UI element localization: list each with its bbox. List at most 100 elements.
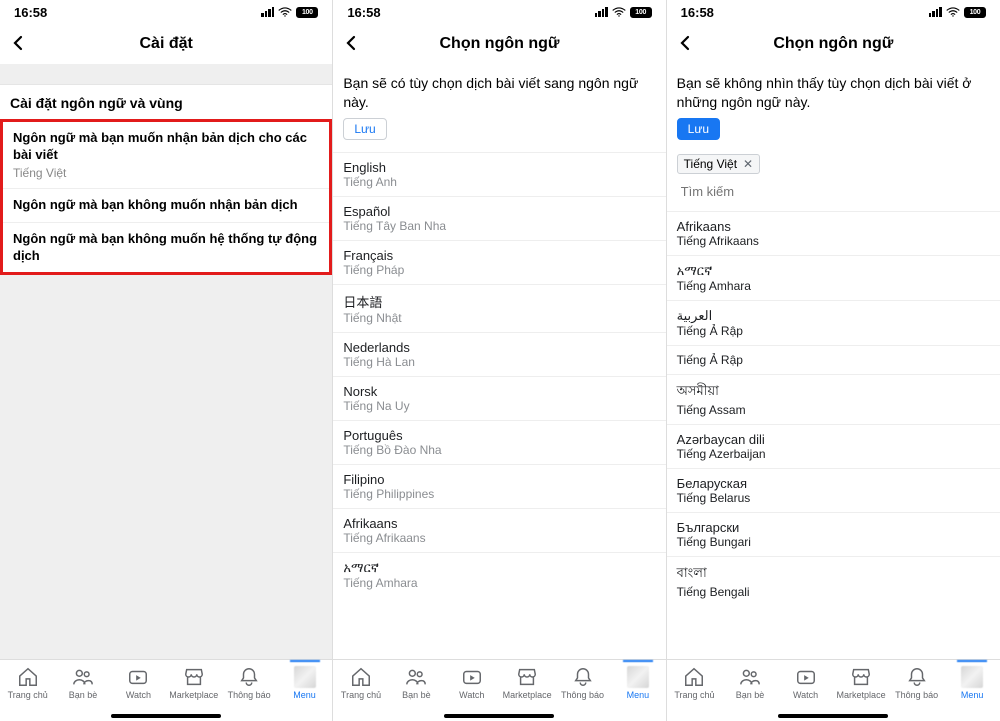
language-option[interactable]: EnglishTiếng Anh — [333, 152, 665, 196]
language-native: Беларуская — [677, 476, 990, 491]
language-native: অসমীয়া — [677, 382, 990, 403]
tab-menu[interactable]: Menu — [611, 666, 664, 700]
option-no-auto-translate[interactable]: Ngôn ngữ mà bạn không muốn hệ thống tự đ… — [3, 223, 329, 273]
language-option[interactable]: AfrikaansTiếng Afrikaans — [667, 211, 1000, 255]
language-option[interactable]: PortuguêsTiếng Bồ Đào Nha — [333, 420, 665, 464]
language-localized: Tiếng Belarus — [677, 491, 990, 505]
header: Cài đặt — [0, 24, 332, 64]
language-option[interactable]: অসমীয়াTiếng Assam — [667, 374, 1000, 424]
option-translate-to[interactable]: Ngôn ngữ mà bạn muốn nhận bản dịch cho c… — [3, 122, 329, 189]
wifi-icon — [612, 7, 626, 18]
language-option[interactable]: አማርኛTiếng Amhara — [667, 255, 1000, 300]
status-time: 16:58 — [14, 5, 47, 20]
status-time: 16:58 — [347, 5, 380, 20]
language-option[interactable]: AfrikaansTiếng Afrikaans — [333, 508, 665, 552]
tab-watch[interactable]: Watch — [779, 666, 832, 700]
language-localized: Tiếng Tây Ban Nha — [343, 219, 655, 233]
language-option[interactable]: NederlandsTiếng Hà Lan — [333, 332, 665, 376]
option-no-translate[interactable]: Ngôn ngữ mà bạn không muốn nhận bản dịch — [3, 189, 329, 223]
description-text: Bạn sẽ có tùy chọn dịch bài viết sang ng… — [333, 64, 665, 118]
language-option[interactable]: Tiếng Ả Rập — [667, 345, 1000, 374]
tab-bar: Trang chủ Bạn bè Watch Marketplace Thông… — [333, 659, 665, 721]
tab-friends[interactable]: Bạn bè — [390, 666, 443, 700]
language-native: Français — [343, 248, 655, 263]
language-localized: Tiếng Anh — [343, 175, 655, 189]
language-native: Afrikaans — [677, 219, 990, 234]
option-value: Tiếng Việt — [13, 166, 319, 180]
search-input[interactable] — [677, 180, 990, 203]
language-native: Español — [343, 204, 655, 219]
language-list[interactable]: EnglishTiếng AnhEspañolTiếng Tây Ban Nha… — [333, 152, 665, 597]
battery-icon: 100 — [964, 7, 986, 18]
language-native: Azərbaycan dili — [677, 432, 990, 447]
tab-notifications[interactable]: Thông báo — [890, 666, 943, 700]
signal-icon — [261, 7, 274, 17]
language-native: አማርኛ — [677, 263, 990, 279]
back-button[interactable] — [10, 31, 34, 57]
tab-notifications[interactable]: Thông báo — [223, 666, 276, 700]
tab-home[interactable]: Trang chủ — [1, 666, 54, 700]
language-option[interactable]: 日本語Tiếng Nhật — [333, 284, 665, 332]
language-localized: Tiếng Bồ Đào Nha — [343, 443, 655, 457]
language-native: Nederlands — [343, 340, 655, 355]
status-bar: 16:58 100 — [667, 0, 1000, 24]
home-indicator — [778, 714, 888, 718]
back-button[interactable] — [343, 31, 367, 57]
wifi-icon — [946, 7, 960, 18]
back-button[interactable] — [677, 31, 701, 57]
status-bar: 16:58 100 — [333, 0, 665, 24]
remove-chip-icon[interactable]: ✕ — [743, 157, 753, 171]
language-list[interactable]: AfrikaansTiếng AfrikaansአማርኛTiếng Amhara… — [667, 211, 1000, 606]
language-option[interactable]: NorskTiếng Na Uy — [333, 376, 665, 420]
language-localized: Tiếng Hà Lan — [343, 355, 655, 369]
highlight-box: Ngôn ngữ mà bạn muốn nhận bản dịch cho c… — [0, 119, 332, 275]
tab-friends[interactable]: Bạn bè — [723, 666, 776, 700]
language-localized: Tiếng Ả Rập — [677, 324, 990, 338]
search-field[interactable] — [667, 180, 1000, 211]
language-option[interactable]: БългарскиTiếng Bungari — [667, 512, 1000, 556]
menu-icon — [627, 666, 649, 688]
tab-friends[interactable]: Bạn bè — [56, 666, 109, 700]
language-localized: Tiếng Nhật — [343, 311, 655, 325]
language-localized: Tiếng Azerbaijan — [677, 447, 990, 461]
tab-home[interactable]: Trang chủ — [334, 666, 387, 700]
language-localized: Tiếng Na Uy — [343, 399, 655, 413]
tab-notifications[interactable]: Thông báo — [556, 666, 609, 700]
language-option[interactable]: العربيةTiếng Ả Rập — [667, 300, 1000, 345]
page-title: Cài đặt — [0, 35, 332, 53]
page-title: Chọn ngôn ngữ — [333, 35, 665, 53]
language-localized: Tiếng Amhara — [343, 576, 655, 590]
page-title: Chọn ngôn ngữ — [667, 35, 1000, 53]
language-option[interactable]: Azərbaycan diliTiếng Azerbaijan — [667, 424, 1000, 468]
tab-watch[interactable]: Watch — [445, 666, 498, 700]
language-localized: Tiếng Bengali — [677, 585, 990, 599]
tab-menu[interactable]: Menu — [946, 666, 999, 700]
selected-language-chip[interactable]: Tiếng Việt ✕ — [677, 154, 760, 174]
tab-bar: Trang chủ Bạn bè Watch Marketplace Thông… — [0, 659, 332, 721]
description-text: Bạn sẽ không nhìn thấy tùy chọn dịch bài… — [667, 64, 1000, 118]
tab-marketplace[interactable]: Marketplace — [834, 666, 887, 700]
tab-home[interactable]: Trang chủ — [668, 666, 721, 700]
language-option[interactable]: FrançaisTiếng Pháp — [333, 240, 665, 284]
tab-marketplace[interactable]: Marketplace — [167, 666, 220, 700]
save-button[interactable]: Lưu — [677, 118, 720, 140]
language-native: Български — [677, 520, 990, 535]
language-option[interactable]: БеларускаяTiếng Belarus — [667, 468, 1000, 512]
language-localized: Tiếng Ả Rập — [677, 353, 990, 367]
status-bar: 16:58 100 — [0, 0, 332, 24]
wifi-icon — [278, 7, 292, 18]
language-native: বাংলা — [677, 564, 990, 585]
tab-menu[interactable]: Menu — [278, 666, 331, 700]
language-option[interactable]: EspañolTiếng Tây Ban Nha — [333, 196, 665, 240]
language-option[interactable]: አማርኛTiếng Amhara — [333, 552, 665, 597]
tab-marketplace[interactable]: Marketplace — [501, 666, 554, 700]
save-button[interactable]: Lưu — [343, 118, 386, 140]
language-native: Afrikaans — [343, 516, 655, 531]
language-option[interactable]: FilipinoTiếng Philippines — [333, 464, 665, 508]
language-option[interactable]: বাংলাTiếng Bengali — [667, 556, 1000, 606]
tab-watch[interactable]: Watch — [112, 666, 165, 700]
language-localized: Tiếng Afrikaans — [677, 234, 990, 248]
tab-bar: Trang chủ Bạn bè Watch Marketplace Thông… — [667, 659, 1000, 721]
option-label: Ngôn ngữ mà bạn muốn nhận bản dịch cho c… — [13, 130, 319, 164]
header: Chọn ngôn ngữ — [333, 24, 665, 64]
